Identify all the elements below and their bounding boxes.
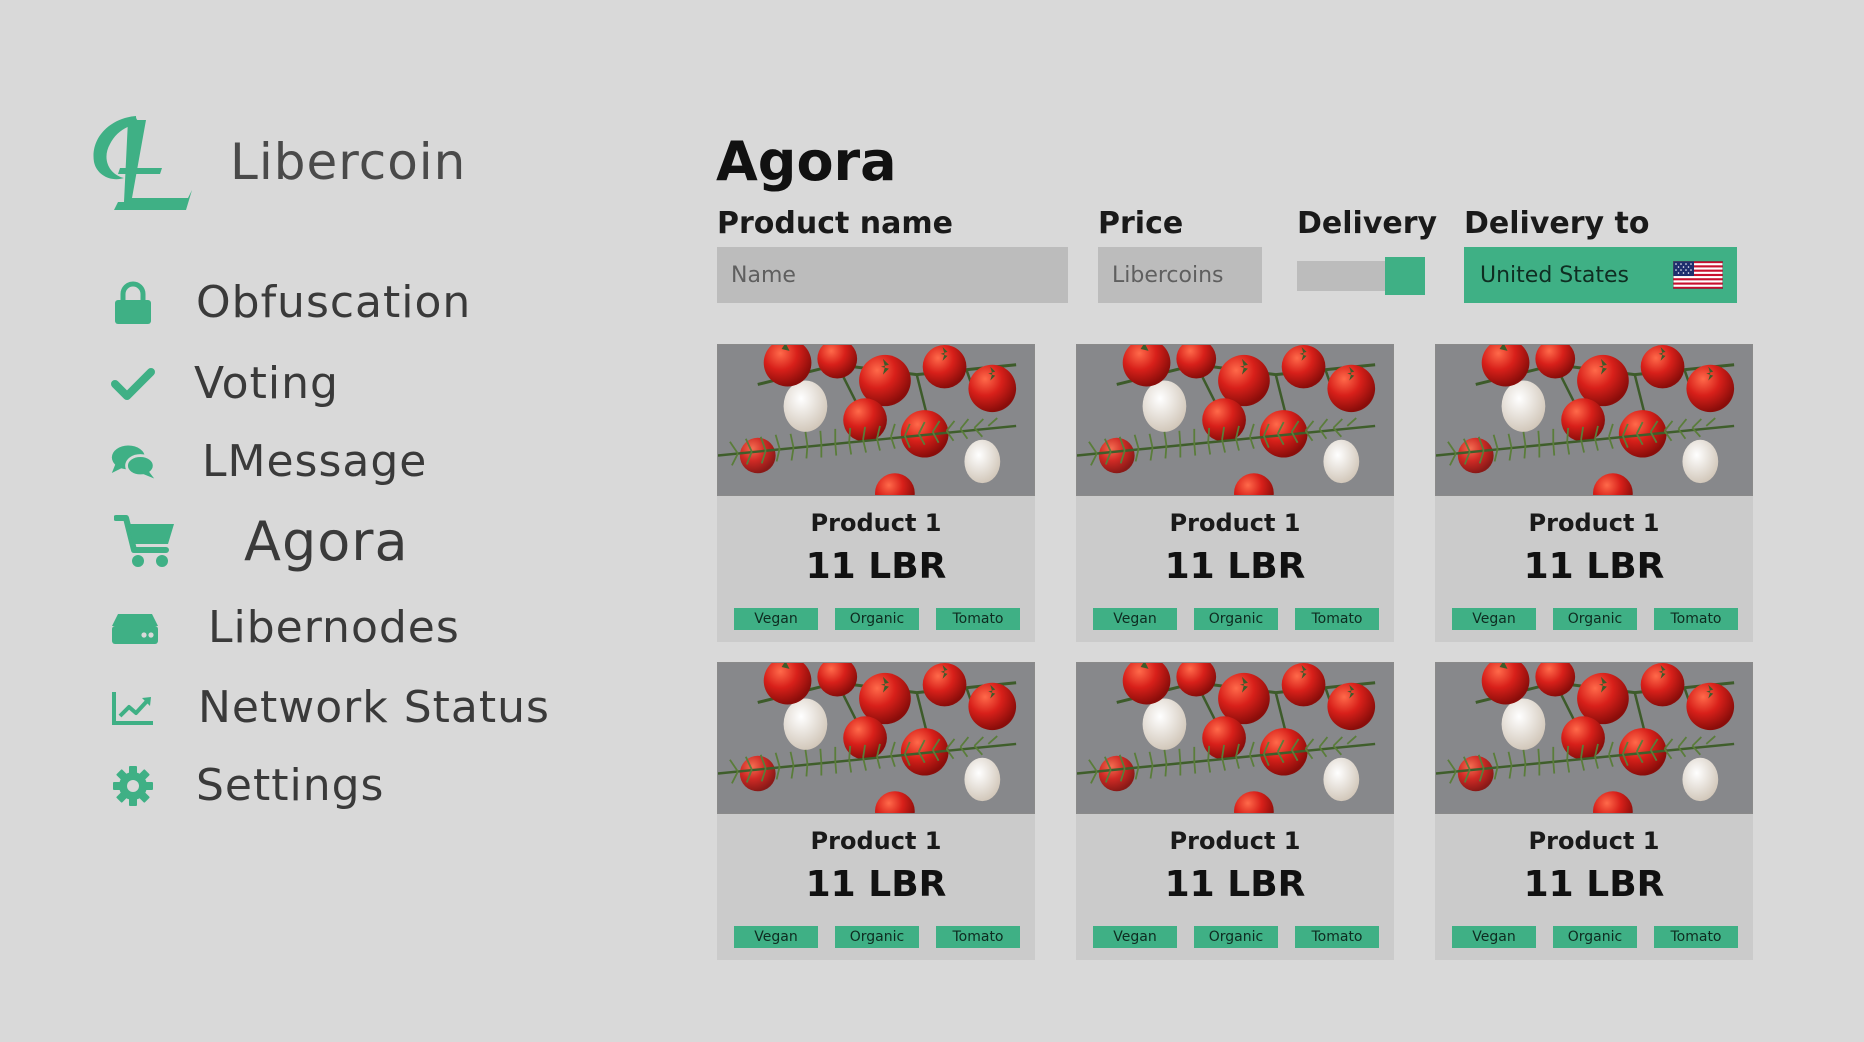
product-card[interactable]: Product 1 11 LBR Vegan Organic Tomato (1435, 344, 1753, 642)
product-image[interactable] (1076, 344, 1394, 496)
sidebar-item-network-status[interactable]: Network Status (110, 682, 550, 733)
product-price: 11 LBR (1523, 546, 1665, 587)
sidebar-item-obfuscation[interactable]: Obfuscation (110, 277, 471, 328)
sidebar-item-label: Libernodes (208, 602, 460, 653)
tag-vegan[interactable]: Vegan (1093, 926, 1177, 948)
brand-name: Libercoin (230, 133, 467, 191)
tag-organic[interactable]: Organic (835, 608, 919, 630)
product-name-label: Product name (717, 206, 954, 241)
sidebar-item-label: Obfuscation (196, 277, 472, 328)
product-image[interactable] (717, 662, 1035, 814)
tag-tomato[interactable]: Tomato (1654, 926, 1738, 948)
tag-organic[interactable]: Organic (1194, 926, 1278, 948)
product-tags: Vegan Organic Tomato (734, 608, 1037, 630)
us-flag-icon (1673, 261, 1723, 289)
server-icon (110, 605, 160, 651)
sidebar-item-label: Agora (244, 510, 409, 573)
product-tags: Vegan Organic Tomato (1452, 608, 1755, 630)
check-icon (110, 361, 156, 407)
product-name: Product 1 (1169, 509, 1301, 537)
sidebar-item-label: Voting (194, 358, 339, 409)
chat-bubbles-icon (110, 439, 156, 485)
tag-vegan[interactable]: Vegan (734, 926, 818, 948)
price-input[interactable] (1098, 247, 1262, 303)
delivery-country-select[interactable]: United States (1464, 247, 1737, 303)
page-title: Agora (716, 130, 897, 193)
product-card[interactable]: Product 1 11 LBR Vegan Organic Tomato (1076, 662, 1394, 960)
price-label: Price (1098, 206, 1184, 241)
product-card[interactable]: Product 1 11 LBR Vegan Organic Tomato (1076, 344, 1394, 642)
tag-tomato[interactable]: Tomato (1654, 608, 1738, 630)
tag-organic[interactable]: Organic (1553, 926, 1637, 948)
brand-logo[interactable]: Libercoin (84, 110, 466, 214)
sidebar-item-libernodes[interactable]: Libernodes (110, 602, 460, 653)
product-name: Product 1 (810, 509, 942, 537)
product-tags: Vegan Organic Tomato (1093, 608, 1396, 630)
delivery-to-label: Delivery to (1464, 206, 1650, 241)
delivery-country-value: United States (1480, 262, 1629, 288)
tag-vegan[interactable]: Vegan (1452, 926, 1536, 948)
product-name: Product 1 (1528, 827, 1660, 855)
tag-vegan[interactable]: Vegan (1093, 608, 1177, 630)
product-card[interactable]: Product 1 11 LBR Vegan Organic Tomato (1435, 662, 1753, 960)
line-chart-icon (110, 685, 156, 731)
product-price: 11 LBR (1164, 864, 1306, 905)
sidebar-item-lmessage[interactable]: LMessage (110, 436, 427, 487)
tag-tomato[interactable]: Tomato (1295, 926, 1379, 948)
cart-icon (114, 514, 176, 570)
libercoin-logo-icon (93, 116, 192, 210)
product-price: 11 LBR (1164, 546, 1306, 587)
product-name: Product 1 (1528, 509, 1660, 537)
product-price: 11 LBR (805, 864, 947, 905)
sidebar-item-label: Settings (196, 760, 385, 811)
tag-vegan[interactable]: Vegan (734, 608, 818, 630)
tag-tomato[interactable]: Tomato (936, 608, 1020, 630)
sidebar-item-voting[interactable]: Voting (110, 358, 339, 409)
sidebar-item-agora[interactable]: Agora (110, 510, 409, 573)
product-name-input[interactable] (717, 247, 1068, 303)
tag-organic[interactable]: Organic (835, 926, 919, 948)
product-price: 11 LBR (805, 546, 947, 587)
gear-icon (110, 763, 156, 809)
tag-tomato[interactable]: Tomato (1295, 608, 1379, 630)
product-card[interactable]: Product 1 11 LBR Vegan Organic Tomato (717, 344, 1035, 642)
sidebar-item-label: Network Status (198, 682, 550, 733)
sidebar-item-label: LMessage (202, 436, 428, 487)
product-image[interactable] (1435, 662, 1753, 814)
toggle-knob[interactable] (1385, 257, 1425, 295)
product-card[interactable]: Product 1 11 LBR Vegan Organic Tomato (717, 662, 1035, 960)
product-tags: Vegan Organic Tomato (734, 926, 1037, 948)
product-image[interactable] (717, 344, 1035, 496)
lock-icon (110, 280, 156, 326)
tag-organic[interactable]: Organic (1194, 608, 1278, 630)
product-price: 11 LBR (1523, 864, 1665, 905)
product-name: Product 1 (1169, 827, 1301, 855)
product-tags: Vegan Organic Tomato (1093, 926, 1396, 948)
delivery-toggle[interactable] (1297, 257, 1425, 295)
product-image[interactable] (1076, 662, 1394, 814)
product-name: Product 1 (810, 827, 942, 855)
tag-organic[interactable]: Organic (1553, 608, 1637, 630)
delivery-label: Delivery (1297, 206, 1438, 241)
sidebar-item-settings[interactable]: Settings (110, 760, 384, 811)
tag-vegan[interactable]: Vegan (1452, 608, 1536, 630)
tag-tomato[interactable]: Tomato (936, 926, 1020, 948)
product-tags: Vegan Organic Tomato (1452, 926, 1755, 948)
product-image[interactable] (1435, 344, 1753, 496)
